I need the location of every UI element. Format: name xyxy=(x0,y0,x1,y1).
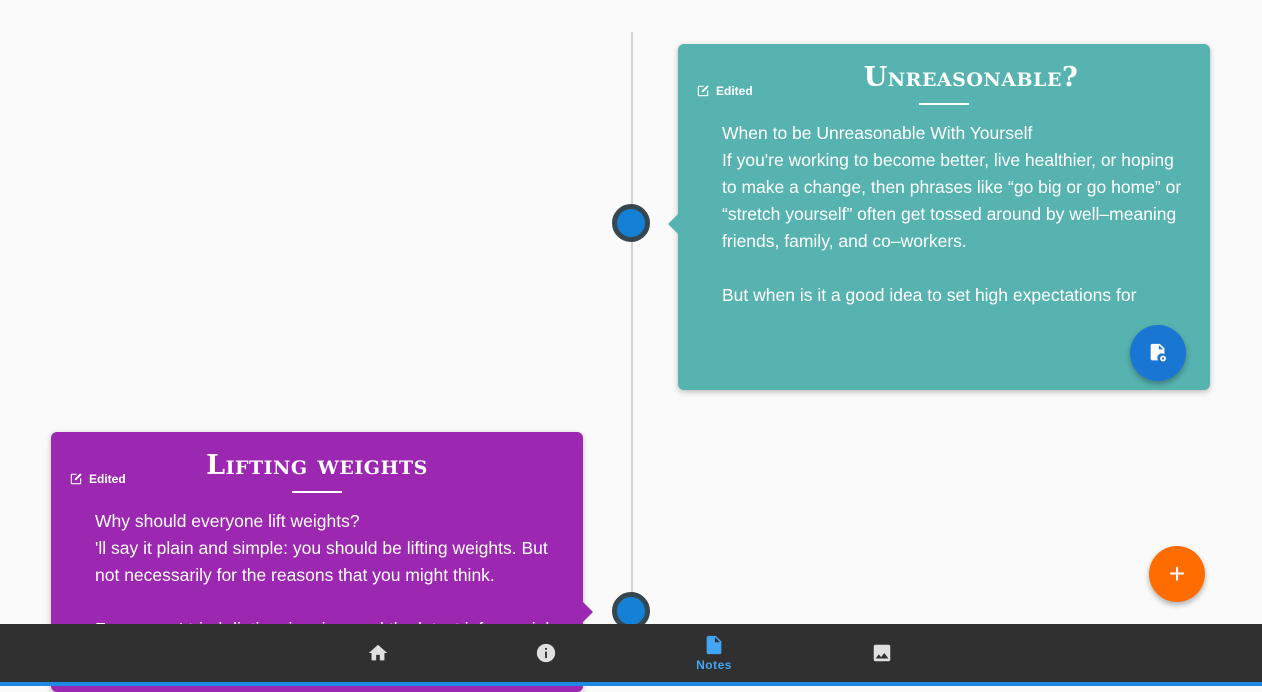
nav-images[interactable] xyxy=(842,624,922,682)
add-note-button[interactable]: + xyxy=(1149,546,1205,602)
card-pointer xyxy=(668,214,678,234)
timeline-line xyxy=(631,32,633,632)
nav-home[interactable] xyxy=(338,624,418,682)
note-title: Unreasonable? xyxy=(863,62,1079,93)
home-icon xyxy=(368,644,388,661)
note-body: Why should everyone lift weights? 'll sa… xyxy=(95,511,549,624)
note-title: Lifting weights xyxy=(206,450,428,481)
note-body: When to be Unreasonable With Yourself If… xyxy=(722,123,1182,305)
bottom-navigation: Notes xyxy=(0,624,1262,686)
info-icon xyxy=(536,643,556,663)
timeline-dot[interactable] xyxy=(612,204,650,242)
nav-notes-label: Notes xyxy=(696,658,732,672)
nav-notes[interactable]: Notes xyxy=(674,624,754,682)
note-icon xyxy=(706,635,722,655)
note-settings-icon xyxy=(1150,343,1166,362)
title-underline xyxy=(919,103,969,105)
card-pointer xyxy=(583,602,593,622)
add-icon: + xyxy=(1168,558,1186,589)
note-settings-button[interactable] xyxy=(1130,325,1186,381)
nav-info[interactable] xyxy=(506,624,586,682)
title-underline xyxy=(292,491,342,493)
image-icon xyxy=(873,644,891,662)
note-card-unreasonable[interactable]: Edited Unreasonable? When to be Unreason… xyxy=(668,44,1210,390)
